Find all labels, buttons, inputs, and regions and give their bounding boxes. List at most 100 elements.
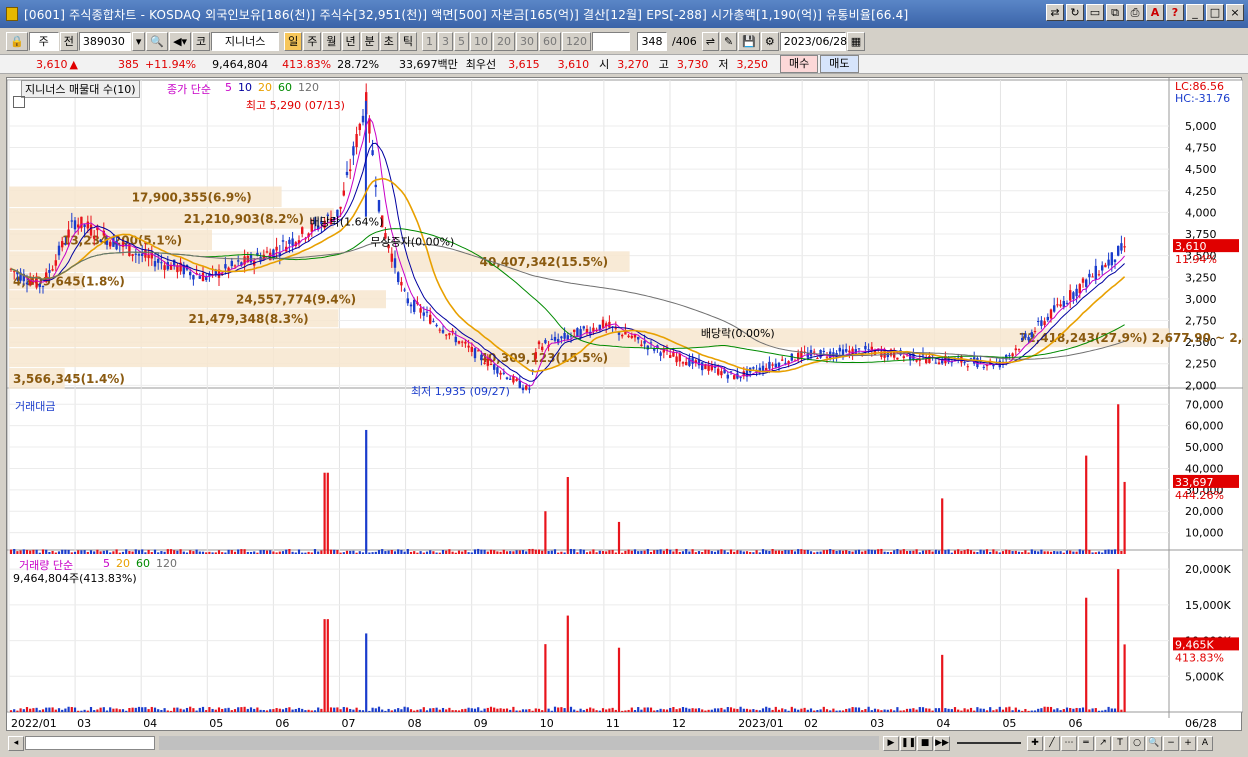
stop-icon[interactable]: ■ — [917, 735, 933, 751]
volume-bar — [269, 709, 272, 712]
calendar-icon[interactable]: ▦ — [846, 31, 866, 51]
compare-icon[interactable]: ⇌ — [701, 31, 719, 51]
amount-bar — [64, 549, 67, 554]
volume-bar — [633, 710, 637, 712]
speaker-icon[interactable]: ◀▾ — [169, 31, 192, 51]
save-icon[interactable]: 💾 — [738, 31, 760, 51]
x-tick-label-6: 08 — [408, 717, 422, 730]
zoom-icon[interactable]: 🔍 — [1146, 735, 1162, 751]
fib-tool-icon[interactable]: ⋯ — [1061, 735, 1077, 751]
line-tool-icon[interactable]: ╱ — [1044, 735, 1060, 751]
amount-bar — [19, 550, 22, 554]
amount-bar — [198, 551, 201, 554]
indicator-icon[interactable]: ✎ — [719, 31, 738, 51]
code-input[interactable]: 389030 — [78, 31, 131, 51]
volume-bar — [656, 710, 659, 712]
chart-svg[interactable]: 2022/01 03 04 05 06 07 08 09 10 11 12 2023/01 02 03 04… — [6, 78, 1248, 732]
volume-bar — [819, 709, 822, 712]
help-icon[interactable]: ? — [1166, 4, 1184, 21]
close-button[interactable]: × — [1226, 4, 1244, 21]
volume-bar — [182, 709, 185, 712]
amount-bar — [608, 550, 611, 554]
scroll-left-icon[interactable]: ◂ — [8, 735, 24, 751]
interval-button-120[interactable]: 120 — [562, 31, 592, 51]
chevron-down-icon[interactable]: ▾ — [131, 31, 146, 51]
interval-button-60[interactable]: 60 — [539, 31, 562, 51]
search-icon[interactable]: 🔍 — [146, 31, 169, 51]
interval-button-20[interactable]: 20 — [493, 31, 516, 51]
copy-icon[interactable]: ⧉ — [1106, 4, 1124, 21]
volume-bar — [41, 709, 45, 712]
fast-forward-icon[interactable]: ▶▶ — [934, 735, 950, 751]
interval-button-30[interactable]: 30 — [516, 31, 539, 51]
candle-body — [515, 379, 518, 381]
volume-bar — [262, 710, 265, 712]
period-tab-3[interactable]: 년 — [341, 31, 360, 51]
date-input[interactable]: 2023/06/28 — [779, 31, 847, 51]
font-icon[interactable]: A — [1146, 4, 1164, 21]
lock-icon[interactable]: 🔒 — [6, 31, 28, 51]
scrollbar-track[interactable] — [159, 736, 879, 750]
volume-bar — [121, 709, 125, 712]
interval-button-1[interactable]: 1 — [422, 31, 438, 51]
minus-icon[interactable]: − — [1163, 735, 1179, 751]
price-panel-header[interactable]: 지니너스 매물대 수(10) — [21, 80, 140, 98]
amount-bar — [822, 550, 825, 554]
prev-button[interactable]: 전 — [59, 31, 78, 51]
interval-button-3[interactable]: 3 — [438, 31, 454, 51]
font-size-icon[interactable]: A — [1197, 735, 1213, 751]
period-tab-4[interactable]: 분 — [360, 31, 379, 51]
sell-button[interactable]: 매도 — [820, 55, 859, 73]
print-icon[interactable]: ⎙ — [1126, 4, 1144, 21]
volume-y-tick-3: 5,000K — [1185, 670, 1224, 683]
volume-bar — [595, 710, 598, 712]
interval-button-5[interactable]: 5 — [454, 31, 470, 51]
zoom-slider[interactable] — [957, 742, 1021, 744]
scrollbar-thumb[interactable] — [25, 736, 155, 750]
pause-icon[interactable]: ❚❚ — [900, 735, 916, 751]
period-tab-2[interactable]: 월 — [322, 31, 341, 51]
stock-name[interactable]: 지니너스 — [211, 31, 280, 51]
text-tool-icon[interactable]: T — [1112, 735, 1128, 751]
interval-input[interactable] — [592, 31, 631, 51]
period-tab-1[interactable]: 주 — [303, 31, 322, 51]
amount-bar — [361, 552, 365, 554]
buy-button[interactable]: 매수 — [780, 55, 819, 73]
count-current[interactable]: 348 — [637, 31, 668, 51]
arrow-tool-icon[interactable]: ↗ — [1095, 735, 1111, 751]
period-tab-6[interactable]: 틱 — [398, 31, 418, 51]
maximize-button[interactable]: □ — [1206, 4, 1224, 21]
amount-bar — [838, 550, 841, 554]
refresh-icon[interactable]: ↻ — [1066, 4, 1084, 21]
type-select[interactable]: 주 — [28, 31, 59, 51]
chart-area[interactable]: 2022/01 03 04 05 06 07 08 09 10 11 12 2023/01 02 03 04… — [6, 77, 1248, 732]
volume-bar — [675, 709, 678, 712]
crosshair-icon[interactable]: ✚ — [1027, 735, 1043, 751]
interval-button-10[interactable]: 10 — [470, 31, 493, 51]
grid-icon[interactable] — [13, 96, 25, 108]
period-tab-5[interactable]: 초 — [379, 31, 398, 51]
volume-bar — [451, 710, 454, 712]
minimize-button[interactable]: _ — [1186, 4, 1204, 21]
volume-bar — [51, 707, 54, 712]
amount-bar — [736, 550, 739, 554]
candle-body — [29, 280, 32, 285]
link-icon[interactable]: ⇄ — [1046, 4, 1064, 21]
amount-bar — [121, 551, 125, 554]
volume-bar — [793, 708, 797, 712]
candle-body — [640, 344, 643, 346]
circle-tool-icon[interactable]: ○ — [1129, 735, 1145, 751]
channel-tool-icon[interactable]: ═ — [1078, 735, 1094, 751]
volume-ma-period-60: 60 — [136, 557, 150, 570]
window-icon[interactable]: ▭ — [1086, 4, 1104, 21]
play-icon[interactable]: ▶ — [883, 735, 899, 751]
period-tab-0[interactable]: 일 — [284, 31, 303, 51]
amount-bar — [941, 498, 944, 554]
plus-icon[interactable]: + — [1180, 735, 1196, 751]
candle-body — [147, 255, 150, 259]
volume-bar — [29, 708, 32, 712]
volume-bar — [608, 708, 611, 712]
volume-bar — [374, 708, 377, 712]
settings-icon[interactable]: ⚙ — [760, 31, 779, 51]
volume-bar — [697, 708, 701, 712]
